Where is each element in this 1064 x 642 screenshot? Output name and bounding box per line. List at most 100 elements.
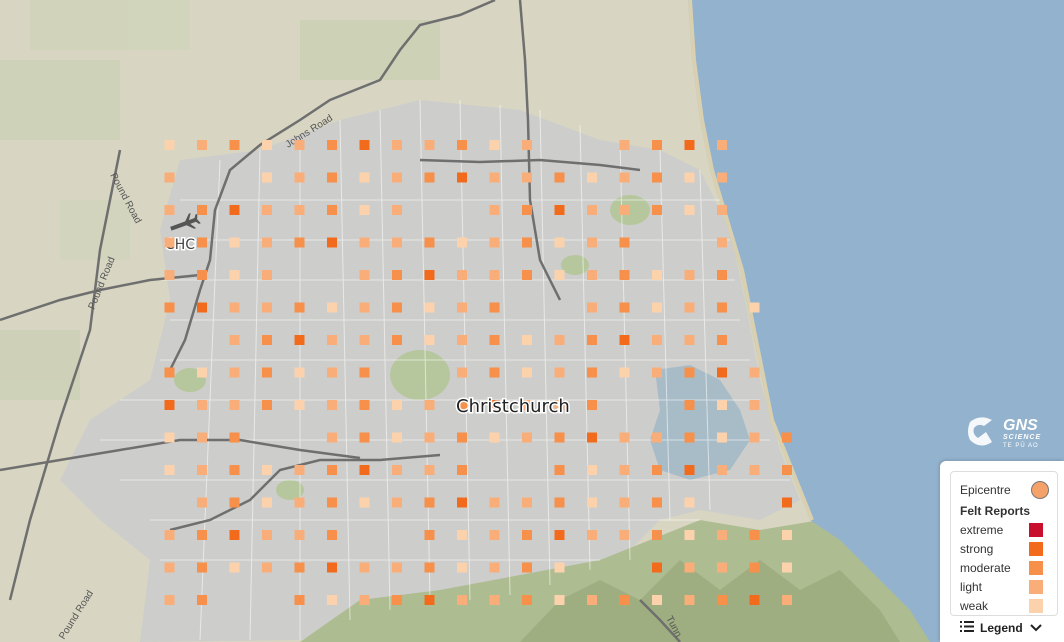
felt-report-marker[interactable] xyxy=(749,302,760,313)
felt-report-marker[interactable] xyxy=(457,465,467,475)
felt-report-marker[interactable] xyxy=(164,205,175,215)
felt-report-marker[interactable] xyxy=(229,530,240,540)
felt-report-marker[interactable] xyxy=(392,237,402,248)
felt-report-marker[interactable] xyxy=(457,530,467,540)
felt-report-marker[interactable] xyxy=(457,302,467,313)
felt-report-marker[interactable] xyxy=(782,530,792,540)
felt-report-marker[interactable] xyxy=(652,530,662,540)
felt-report-marker[interactable] xyxy=(554,335,565,345)
felt-report-marker[interactable] xyxy=(327,302,337,313)
felt-report-marker[interactable] xyxy=(489,432,500,443)
felt-report-marker[interactable] xyxy=(262,497,272,508)
felt-report-marker[interactable] xyxy=(457,595,467,605)
felt-report-marker[interactable] xyxy=(554,497,565,508)
felt-report-marker[interactable] xyxy=(489,140,500,150)
felt-report-marker[interactable] xyxy=(554,270,565,280)
felt-report-marker[interactable] xyxy=(457,335,467,345)
felt-report-marker[interactable] xyxy=(684,205,695,215)
felt-report-marker[interactable] xyxy=(522,497,532,508)
felt-report-marker[interactable] xyxy=(684,172,695,183)
felt-report-marker[interactable] xyxy=(489,205,500,215)
felt-report-marker[interactable] xyxy=(717,530,727,540)
felt-report-marker[interactable] xyxy=(229,237,240,248)
felt-report-marker[interactable] xyxy=(294,205,305,215)
felt-report-marker[interactable] xyxy=(262,562,272,573)
felt-report-marker[interactable] xyxy=(652,302,662,313)
felt-report-marker[interactable] xyxy=(197,367,207,378)
felt-report-marker[interactable] xyxy=(587,465,597,475)
felt-report-marker[interactable] xyxy=(197,400,207,410)
felt-report-marker[interactable] xyxy=(294,465,305,475)
felt-report-marker[interactable] xyxy=(652,465,662,475)
felt-report-marker[interactable] xyxy=(749,530,760,540)
felt-report-marker[interactable] xyxy=(782,432,792,443)
felt-report-marker[interactable] xyxy=(619,595,630,605)
felt-report-marker[interactable] xyxy=(197,302,207,313)
felt-report-marker[interactable] xyxy=(229,140,240,150)
felt-report-marker[interactable] xyxy=(327,497,337,508)
felt-report-marker[interactable] xyxy=(392,172,402,183)
felt-report-marker[interactable] xyxy=(262,530,272,540)
felt-report-marker[interactable] xyxy=(587,497,597,508)
felt-report-marker[interactable] xyxy=(359,140,370,150)
felt-report-marker[interactable] xyxy=(392,465,402,475)
felt-report-marker[interactable] xyxy=(359,335,370,345)
felt-report-marker[interactable] xyxy=(164,237,175,248)
felt-report-marker[interactable] xyxy=(197,270,207,280)
felt-report-marker[interactable] xyxy=(587,270,597,280)
felt-report-marker[interactable] xyxy=(619,497,630,508)
felt-report-marker[interactable] xyxy=(684,432,695,443)
felt-report-marker[interactable] xyxy=(717,172,727,183)
felt-report-marker[interactable] xyxy=(619,140,630,150)
felt-report-marker[interactable] xyxy=(717,237,727,248)
felt-report-marker[interactable] xyxy=(522,205,532,215)
felt-report-marker[interactable] xyxy=(164,172,175,183)
felt-report-marker[interactable] xyxy=(619,302,630,313)
felt-report-marker[interactable] xyxy=(684,335,695,345)
felt-report-marker[interactable] xyxy=(489,530,500,540)
felt-report-marker[interactable] xyxy=(164,302,175,313)
felt-report-marker[interactable] xyxy=(587,400,597,410)
felt-report-marker[interactable] xyxy=(424,172,435,183)
felt-report-marker[interactable] xyxy=(619,465,630,475)
felt-report-marker[interactable] xyxy=(522,595,532,605)
felt-report-marker[interactable] xyxy=(489,562,500,573)
felt-report-marker[interactable] xyxy=(359,400,370,410)
legend-toggle-button[interactable]: Legend xyxy=(960,621,1042,635)
felt-report-marker[interactable] xyxy=(619,335,630,345)
felt-report-marker[interactable] xyxy=(489,172,500,183)
felt-report-marker[interactable] xyxy=(164,432,175,443)
felt-report-marker[interactable] xyxy=(294,172,305,183)
felt-report-marker[interactable] xyxy=(554,595,565,605)
felt-report-marker[interactable] xyxy=(424,140,435,150)
felt-report-marker[interactable] xyxy=(717,270,727,280)
felt-report-marker[interactable] xyxy=(359,302,370,313)
felt-report-marker[interactable] xyxy=(229,335,240,345)
felt-report-marker[interactable] xyxy=(717,302,727,313)
felt-report-marker[interactable] xyxy=(684,530,695,540)
felt-report-marker[interactable] xyxy=(587,530,597,540)
felt-report-marker[interactable] xyxy=(392,205,402,215)
felt-report-marker[interactable] xyxy=(327,237,337,248)
felt-report-marker[interactable] xyxy=(652,140,662,150)
felt-report-marker[interactable] xyxy=(327,562,337,573)
felt-report-marker[interactable] xyxy=(164,562,175,573)
felt-report-marker[interactable] xyxy=(197,237,207,248)
felt-report-marker[interactable] xyxy=(359,172,370,183)
felt-report-marker[interactable] xyxy=(717,140,727,150)
felt-report-marker[interactable] xyxy=(717,400,727,410)
felt-report-marker[interactable] xyxy=(489,367,500,378)
felt-report-marker[interactable] xyxy=(229,497,240,508)
felt-report-marker[interactable] xyxy=(619,205,630,215)
felt-report-marker[interactable] xyxy=(164,400,175,410)
felt-report-marker[interactable] xyxy=(587,335,597,345)
felt-report-marker[interactable] xyxy=(294,497,305,508)
felt-report-marker[interactable] xyxy=(619,530,630,540)
felt-report-marker[interactable] xyxy=(229,205,240,215)
felt-report-marker[interactable] xyxy=(717,335,727,345)
felt-report-marker[interactable] xyxy=(262,400,272,410)
felt-report-marker[interactable] xyxy=(327,172,337,183)
felt-report-marker[interactable] xyxy=(327,530,337,540)
felt-report-marker[interactable] xyxy=(424,497,435,508)
felt-report-marker[interactable] xyxy=(262,140,272,150)
